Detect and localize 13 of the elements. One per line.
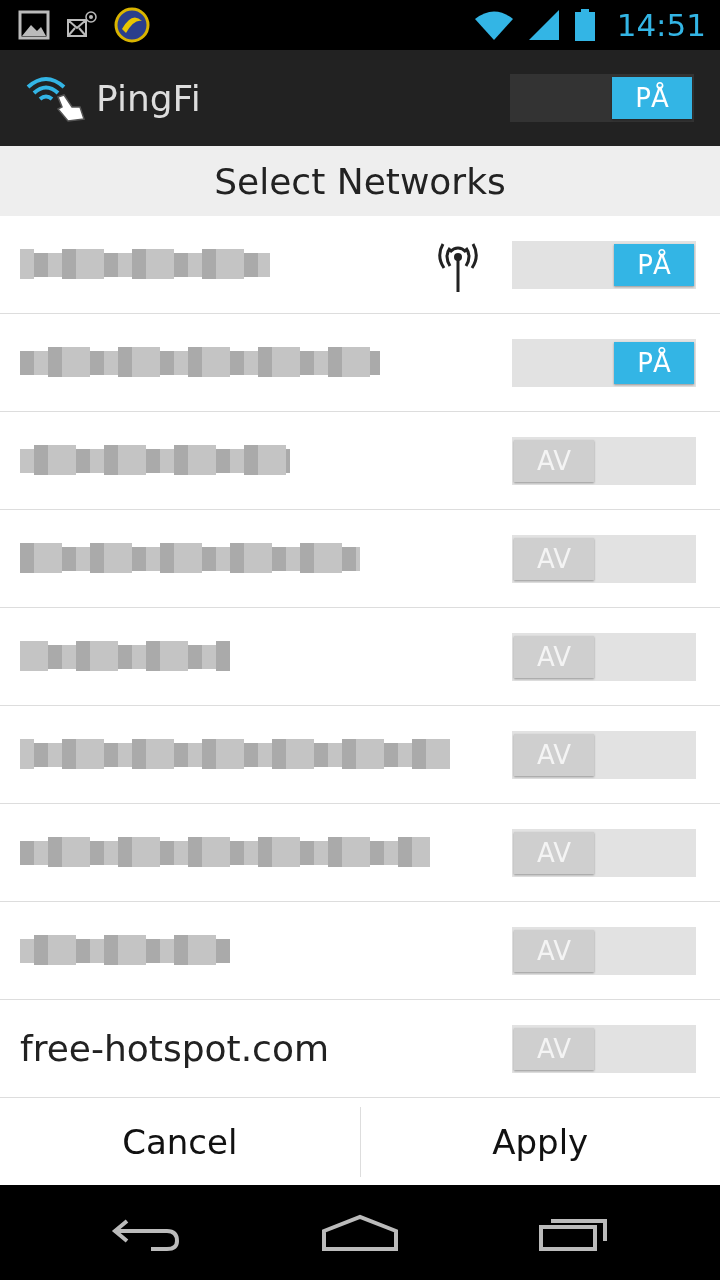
clock-time: 14:51 [616,7,706,43]
toggle-switch[interactable]: PÅ [512,338,696,387]
image-icon [18,10,50,40]
battery-icon [574,9,595,41]
dialog-title: Select Networks [214,160,506,202]
signal-icon [528,10,559,40]
toggle-switch[interactable]: PÅ [512,240,696,289]
network-name: free-hotspot.com [20,1028,330,1069]
toggle-switch[interactable]: PÅ [510,74,694,122]
wifi-icon [474,10,513,40]
app-title: PingFi [96,77,202,119]
home-icon[interactable] [322,1212,398,1253]
mail-icon [66,10,98,40]
